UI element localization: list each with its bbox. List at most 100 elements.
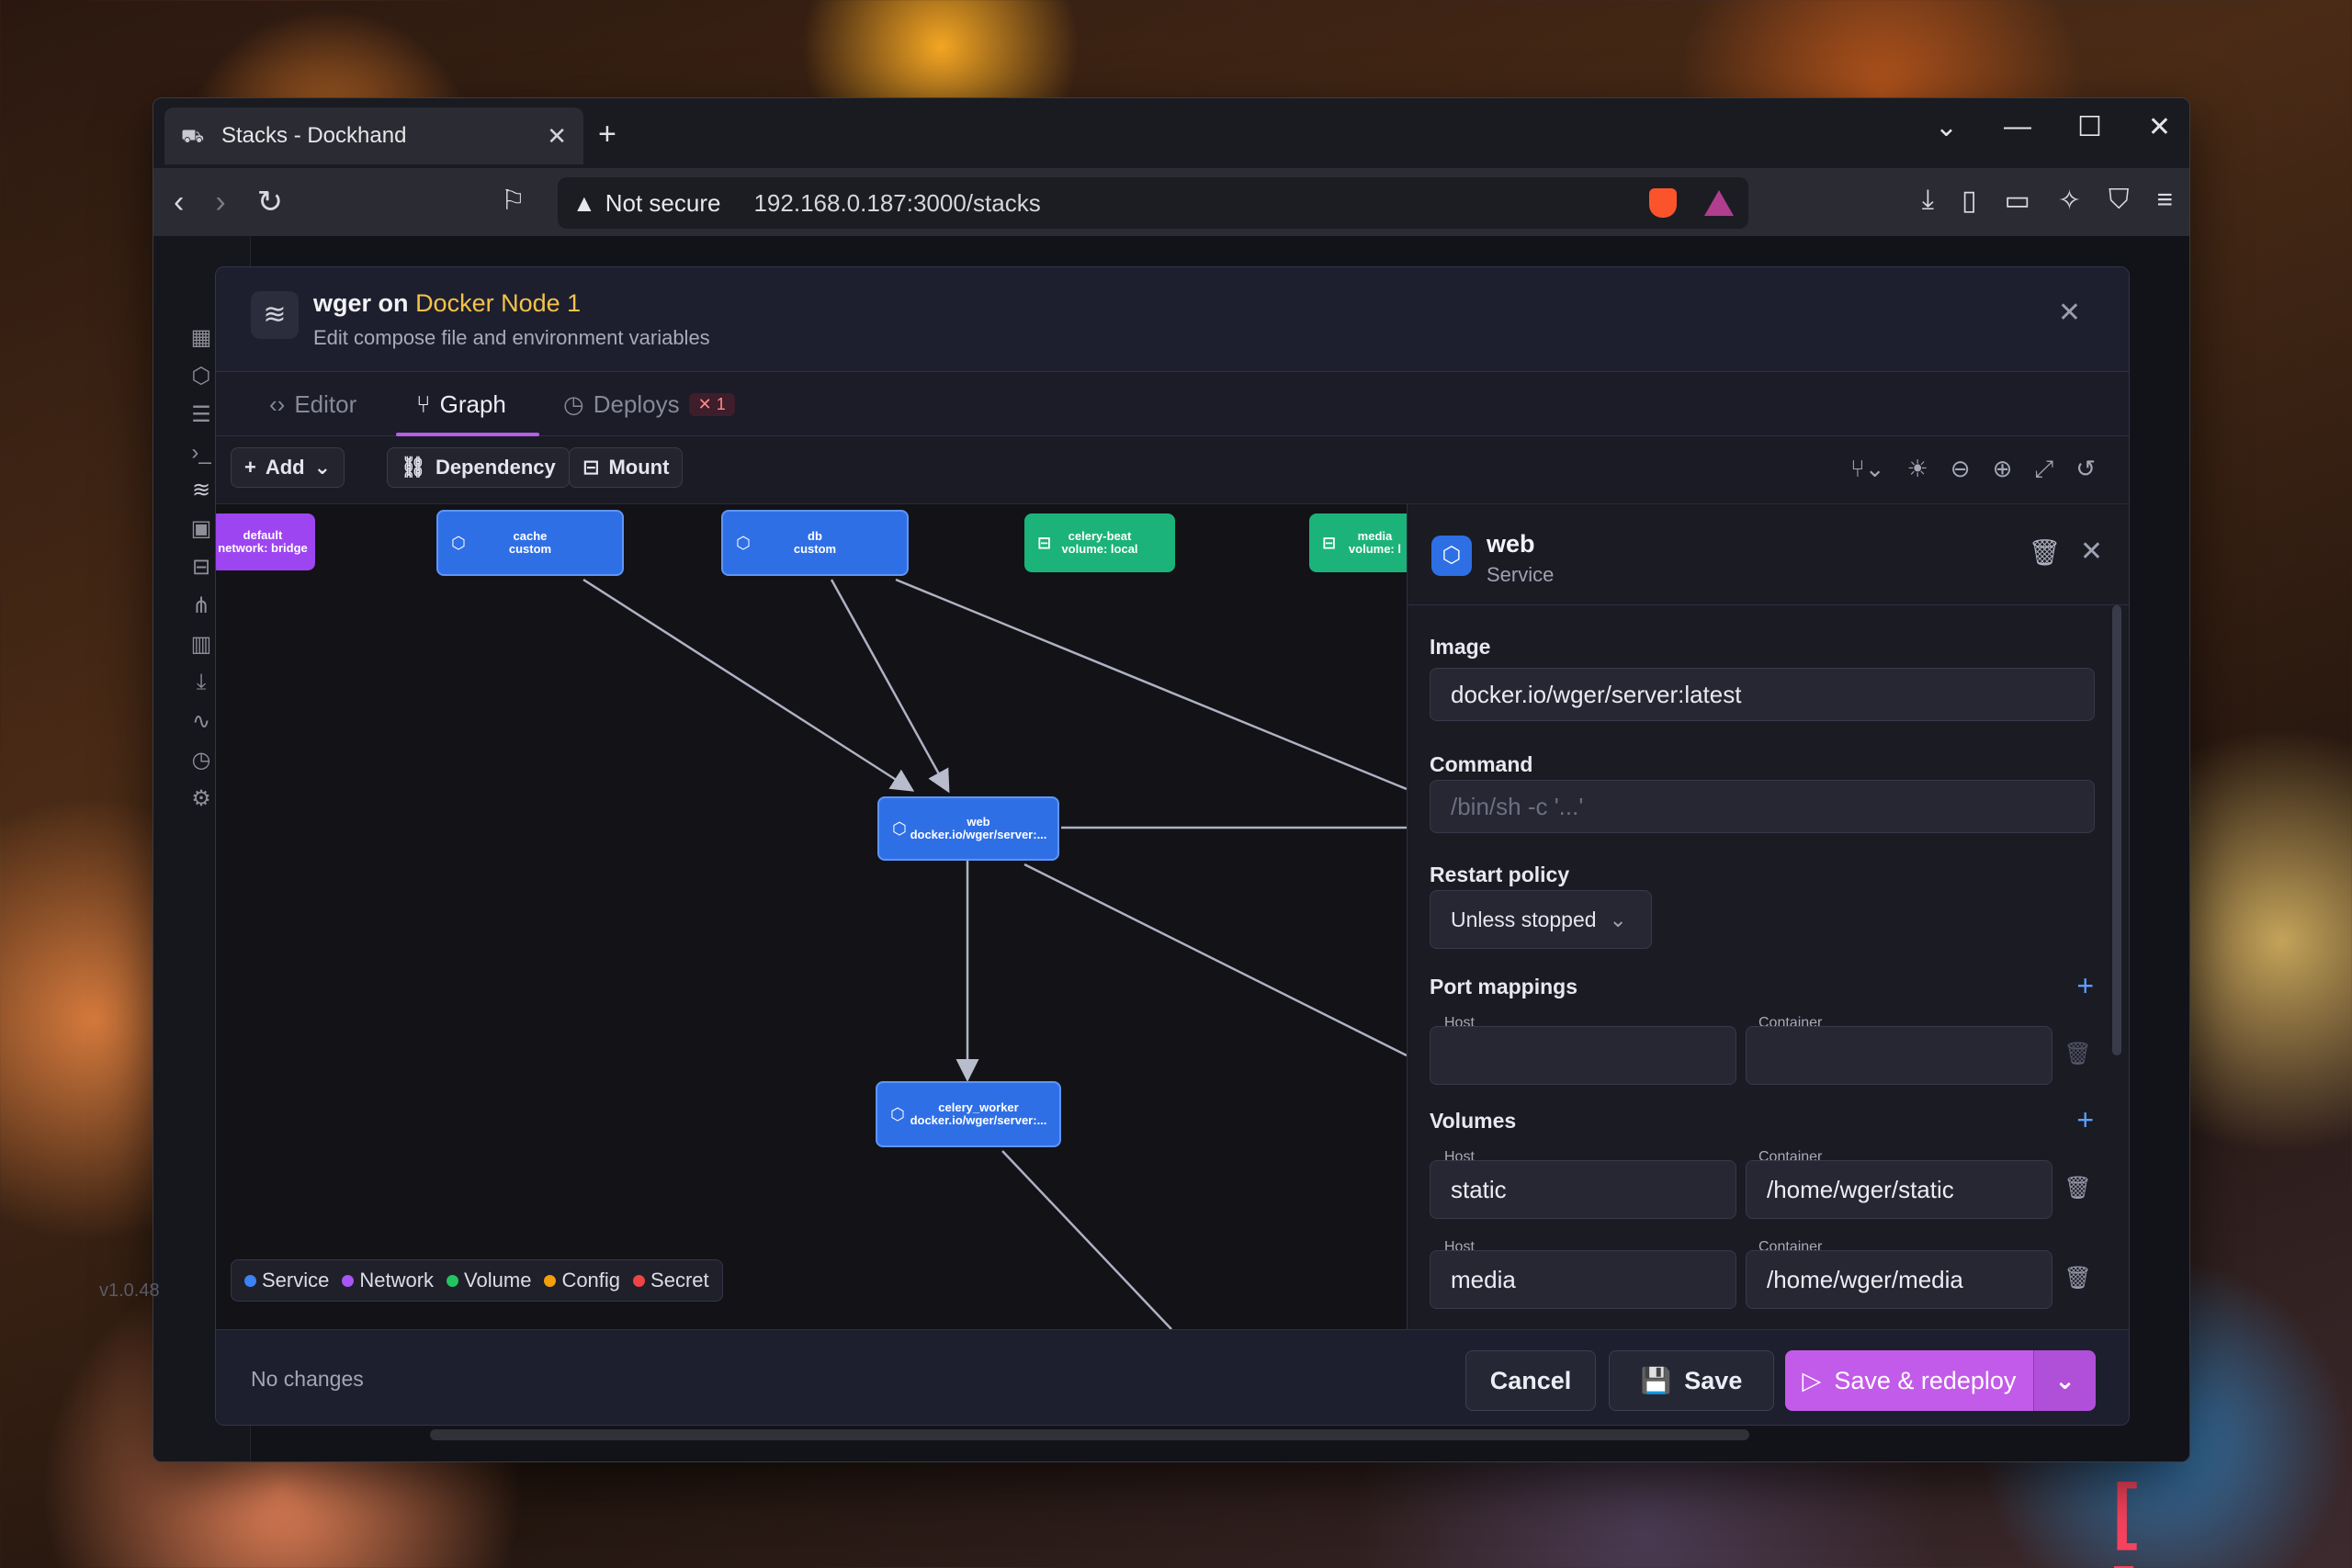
volume-container-input[interactable]: /home/wger/static bbox=[1746, 1160, 2052, 1219]
port-mappings-label: Port mappings bbox=[1430, 975, 1578, 998]
updates-icon[interactable]: ⤓ bbox=[188, 670, 214, 695]
save-disk-icon: 💾 bbox=[1640, 1367, 1672, 1394]
dependency-label: Dependency bbox=[435, 456, 556, 479]
dependency-button[interactable]: ⛓ Dependency bbox=[387, 447, 570, 488]
save-button[interactable]: 💾 Save bbox=[1609, 1350, 1774, 1411]
tab-editor[interactable]: ‹› Editor bbox=[269, 390, 356, 419]
image-input[interactable]: docker.io/wger/server:latest bbox=[1430, 668, 2095, 721]
sidebar-toggle-icon[interactable]: ▯ bbox=[1962, 185, 1977, 217]
tab-graph[interactable]: ⑂ Graph bbox=[416, 390, 506, 419]
close-window-icon[interactable]: ✕ bbox=[2148, 111, 2171, 143]
zoom-out-icon[interactable]: ⊖ bbox=[1951, 455, 1971, 484]
delete-service-icon[interactable]: 🗑 bbox=[2028, 537, 2061, 568]
image-label: Image bbox=[1430, 635, 1491, 659]
remove-volume-icon[interactable]: 🗑 bbox=[2064, 1265, 2092, 1292]
drive-icon: ⊟ bbox=[582, 456, 600, 479]
back-icon[interactable]: ‹ bbox=[174, 185, 184, 220]
panel-close-icon[interactable]: ✕ bbox=[2080, 536, 2103, 568]
mount-button[interactable]: ⊟ Mount bbox=[569, 447, 684, 488]
layout-icon[interactable]: ⑂⌄ bbox=[1850, 455, 1884, 484]
bookmark-icon[interactable]: ⚐ bbox=[501, 185, 526, 217]
volume-host-input[interactable]: static bbox=[1430, 1160, 1736, 1219]
graph-node-celery-beat[interactable]: ⊟ celery-beat volume: local bbox=[1024, 513, 1175, 572]
menu-icon[interactable]: ≡ bbox=[2156, 185, 2173, 217]
chevron-down-icon: ⌄ bbox=[313, 456, 332, 479]
graph-node-web[interactable]: ⬡ web docker.io/wger/server:... bbox=[877, 796, 1059, 861]
wallet-icon[interactable]: ▭ bbox=[2004, 185, 2030, 217]
add-volume-icon[interactable]: + bbox=[2076, 1103, 2094, 1137]
not-secure-label: Not secure bbox=[605, 188, 721, 217]
plus-icon: + bbox=[244, 456, 256, 479]
minimize-icon[interactable]: — bbox=[2004, 111, 2031, 143]
modal-subtitle: Edit compose file and environment variab… bbox=[313, 326, 710, 349]
browser-tab[interactable]: ⛟ Stacks - Dockhand ✕ bbox=[164, 107, 583, 164]
tab-deploys[interactable]: ◷ Deploys ✕ 1 bbox=[563, 390, 735, 419]
zoom-in-icon[interactable]: ⊕ bbox=[1993, 455, 2013, 484]
remove-volume-icon[interactable]: 🗑 bbox=[2064, 1175, 2092, 1201]
fit-view-icon[interactable]: ⤢ bbox=[2034, 455, 2053, 484]
graph-node-default[interactable]: default network: bridge bbox=[216, 513, 315, 570]
deploys-fail-badge: ✕ 1 bbox=[688, 393, 735, 416]
service-cube-icon: ⬡ bbox=[451, 534, 466, 552]
schedules-icon[interactable]: ◷ bbox=[188, 747, 214, 773]
brave-rewards-icon[interactable] bbox=[1704, 190, 1734, 216]
graph-edges bbox=[582, 578, 1407, 1329]
stacks-icon[interactable]: ≋ bbox=[188, 477, 214, 502]
settings-icon[interactable]: ⚙ bbox=[188, 785, 214, 811]
graph-view-controls: ⑂⌄ ☀ ⊖ ⊕ ⤢ ↺ bbox=[1850, 455, 2096, 484]
reload-icon[interactable]: ↻ bbox=[257, 184, 284, 220]
graph-node-db[interactable]: ⬡ db custom bbox=[721, 510, 909, 576]
registries-icon[interactable]: ▥ bbox=[188, 631, 214, 657]
volumes-icon[interactable]: ⊟ bbox=[188, 554, 214, 580]
layers-icon: ≋ bbox=[251, 291, 299, 339]
add-port-icon[interactable]: + bbox=[2076, 969, 2094, 1003]
tab-list-icon[interactable]: ⌄ bbox=[1935, 111, 1958, 143]
edge-web-volume bbox=[1023, 863, 1407, 1057]
add-button[interactable]: + Add ⌄ bbox=[231, 447, 345, 488]
edge-db-web bbox=[830, 579, 950, 794]
legend-volume: Volume bbox=[447, 1269, 531, 1292]
new-tab-icon[interactable]: + bbox=[598, 117, 616, 152]
address-bar[interactable]: ▲ Not secure 192.168.0.187:3000/stacks bbox=[558, 177, 1748, 229]
images-icon[interactable]: ▣ bbox=[188, 515, 214, 541]
port-host-input[interactable] bbox=[1430, 1026, 1736, 1085]
graph-node-cache[interactable]: ⬡ cache custom bbox=[436, 510, 624, 576]
leo-ai-icon[interactable]: ✧ bbox=[2058, 185, 2081, 217]
remove-port-icon[interactable]: 🗑 bbox=[2064, 1041, 2092, 1067]
brave-shield-icon[interactable] bbox=[1649, 188, 1677, 218]
graph-node-celery-worker[interactable]: ⬡ celery_worker docker.io/wger/server:... bbox=[876, 1081, 1061, 1147]
restart-policy-select[interactable]: Unless stopped ⌄ bbox=[1430, 890, 1652, 949]
terminal-icon[interactable]: ›_ bbox=[188, 440, 214, 466]
theme-icon[interactable]: ☀ bbox=[1906, 455, 1928, 484]
dashboard-icon[interactable]: ▦ bbox=[188, 324, 214, 350]
tab-close-icon[interactable]: ✕ bbox=[547, 122, 567, 151]
reset-icon[interactable]: ↺ bbox=[2075, 455, 2096, 484]
node-title: default bbox=[243, 528, 283, 542]
maximize-icon[interactable]: ☐ bbox=[2077, 111, 2102, 143]
command-input[interactable]: /bin/sh -c '...' bbox=[1430, 780, 2095, 833]
volume-container-input[interactable]: /home/wger/media bbox=[1746, 1250, 2052, 1309]
download-icon[interactable]: ⤓ bbox=[1922, 185, 1934, 217]
volume-host-input[interactable]: media bbox=[1430, 1250, 1736, 1309]
service-cube-icon: ⬡ bbox=[1431, 536, 1472, 576]
logs-icon[interactable]: ☰ bbox=[188, 401, 214, 427]
url-text: 192.168.0.187:3000/stacks bbox=[753, 188, 1041, 217]
restart-policy-value: Unless stopped bbox=[1451, 907, 1597, 931]
deploy-options-dropdown[interactable]: ⌄ bbox=[2033, 1350, 2096, 1411]
forward-icon[interactable]: › bbox=[215, 185, 225, 220]
save-redeploy-button[interactable]: ▷ Save & redeploy bbox=[1785, 1350, 2033, 1411]
horizontal-scrollbar[interactable] bbox=[430, 1429, 1749, 1440]
cancel-button[interactable]: Cancel bbox=[1465, 1350, 1596, 1411]
networks-icon[interactable]: ⋔ bbox=[188, 592, 214, 618]
tab-title: Stacks - Dockhand bbox=[221, 123, 407, 148]
activity-icon[interactable]: ∿ bbox=[188, 708, 214, 734]
containers-icon[interactable]: ⬡ bbox=[188, 363, 214, 389]
modal-close-icon[interactable]: ✕ bbox=[2058, 297, 2081, 329]
node-subtitle: volume: local bbox=[1061, 542, 1138, 556]
graph-canvas[interactable]: default network: bridge ⬡ cache custom ⬡ d… bbox=[216, 504, 1407, 1329]
port-container-input[interactable] bbox=[1746, 1026, 2052, 1085]
graph-node-media[interactable]: ⊟ media volume: l bbox=[1309, 513, 1407, 572]
toolbar-icons: ⤓ ▯ ▭ ✧ ⛉ ≡ bbox=[1922, 185, 2173, 217]
panel-scrollbar[interactable] bbox=[2112, 605, 2121, 1055]
vpn-shield-icon[interactable]: ⛉ bbox=[2109, 185, 2130, 217]
